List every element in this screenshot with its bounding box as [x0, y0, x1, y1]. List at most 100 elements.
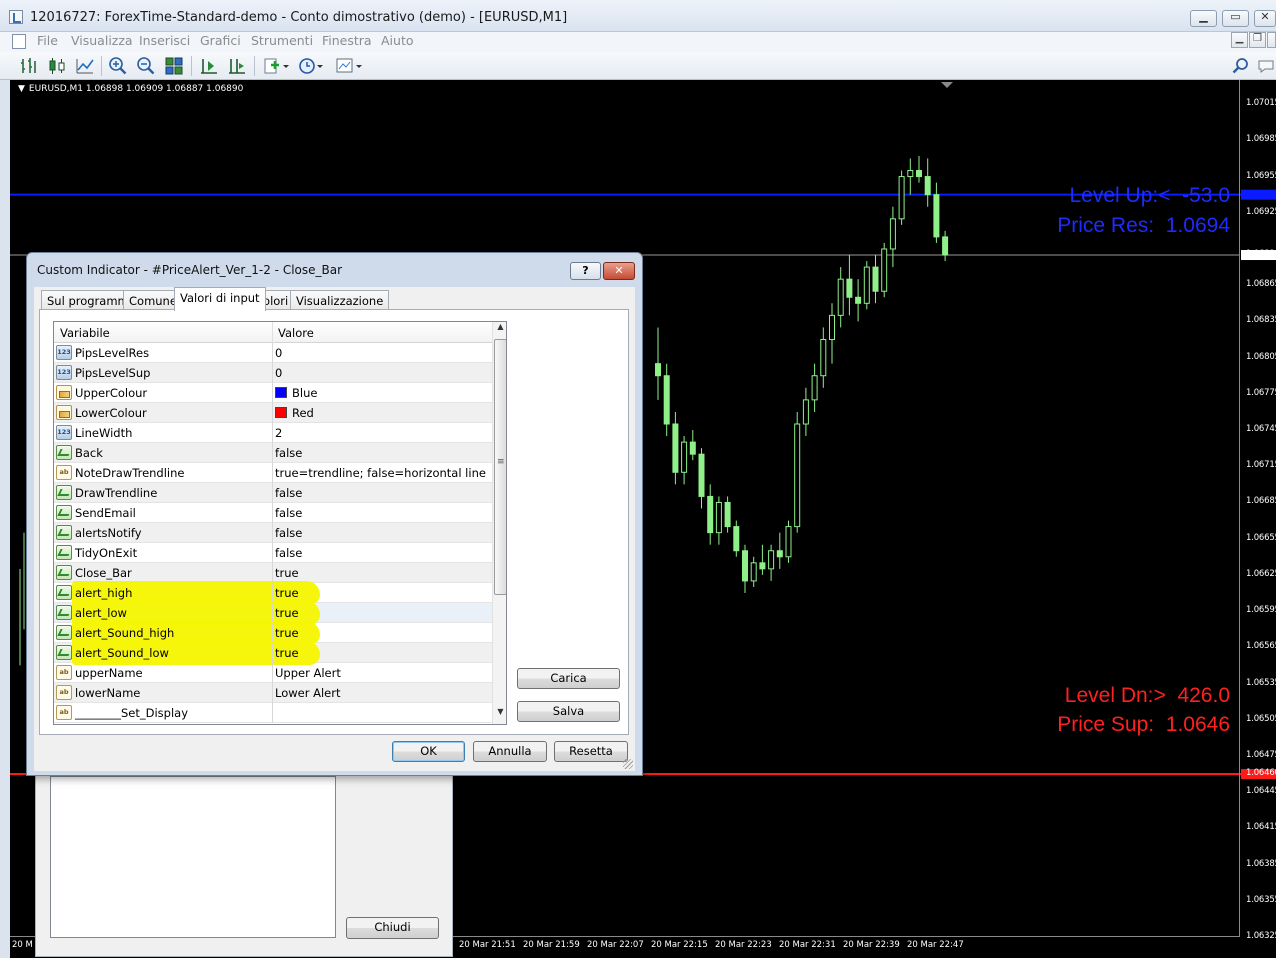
- menu-window[interactable]: Finestra: [322, 33, 372, 48]
- number-type-icon: 123: [56, 365, 72, 380]
- price-tick-label: 1.06535: [1246, 677, 1276, 688]
- variable-value[interactable]: true: [275, 566, 299, 580]
- input-row-set-display[interactable]: ab ________Set_Display: [54, 703, 492, 723]
- input-row-alert-sound-low[interactable]: alert_Sound_low true: [54, 641, 492, 665]
- resize-grip[interactable]: [623, 759, 633, 769]
- grid-scrollbar[interactable]: ▲ ▼: [492, 322, 506, 724]
- price-tick-label: 1.06865: [1246, 279, 1276, 290]
- variable-name: alertsNotify: [75, 526, 142, 540]
- input-row-alert-sound-high[interactable]: alert_Sound_high true: [54, 621, 492, 645]
- scroll-thumb[interactable]: [494, 339, 506, 595]
- variable-value[interactable]: false: [275, 486, 302, 500]
- variable-value[interactable]: false: [275, 446, 302, 460]
- color-swatch[interactable]: [275, 407, 287, 418]
- variable-value[interactable]: Lower Alert: [275, 686, 340, 700]
- input-row-notedrawtrendline[interactable]: ab NoteDrawTrendline true=trendline; false…: [54, 463, 492, 483]
- dialog-close-button[interactable]: ✕: [603, 262, 635, 280]
- variable-name: lowerName: [75, 686, 141, 700]
- candlestick-icon[interactable]: [46, 55, 68, 77]
- menu-charts[interactable]: Grafici: [200, 33, 241, 48]
- scroll-up-icon[interactable]: ▲: [493, 322, 506, 339]
- close-window-button[interactable]: ✕: [1254, 10, 1276, 27]
- variable-value[interactable]: 0: [275, 346, 282, 360]
- input-row-lowername[interactable]: ab lowerName Lower Alert: [54, 683, 492, 703]
- save-button[interactable]: Salva: [517, 701, 620, 722]
- inputs-grid[interactable]: Variabile Valore 123 PipsLevelRes 0 123 Pips…: [53, 321, 507, 725]
- variable-value[interactable]: false: [275, 506, 302, 520]
- zoom-in-icon[interactable]: [107, 55, 129, 77]
- tile-windows-icon[interactable]: [163, 55, 185, 77]
- close-button[interactable]: Chiudi: [346, 917, 439, 939]
- load-button[interactable]: Carica: [517, 668, 620, 689]
- variable-value[interactable]: Blue: [292, 386, 317, 400]
- menu-help[interactable]: Aiuto: [381, 33, 414, 48]
- variable-name: TidyOnExit: [75, 546, 138, 560]
- variable-value[interactable]: true: [275, 626, 299, 640]
- input-row-back[interactable]: Back false: [54, 443, 492, 463]
- menu-view[interactable]: Visualizza: [71, 33, 133, 48]
- search-icon[interactable]: [1230, 55, 1252, 77]
- help-button[interactable]: ?: [570, 262, 601, 280]
- line-chart-icon[interactable]: [74, 55, 96, 77]
- variable-value[interactable]: true=trendline; false=horizontal line: [275, 466, 486, 480]
- time-tick-label: 20 Mar 21:51: [459, 940, 516, 950]
- input-row-uppername[interactable]: ab upperName Upper Alert: [54, 663, 492, 683]
- cancel-button[interactable]: Annulla: [473, 741, 547, 762]
- scroll-down-icon[interactable]: ▼: [493, 707, 506, 724]
- variable-value[interactable]: false: [275, 526, 302, 540]
- input-row-linewidth[interactable]: 123 LineWidth 2: [54, 423, 492, 443]
- price-tick-label: 1.06625: [1246, 568, 1276, 579]
- chat-icon[interactable]: [1256, 55, 1276, 77]
- bar-chart-icon[interactable]: [18, 55, 40, 77]
- price-tick-label: 1.06565: [1246, 641, 1276, 652]
- input-row-pipslevelsup[interactable]: 123 PipsLevelSup 0: [54, 363, 492, 383]
- price-tick-label: 1.06385: [1246, 858, 1276, 869]
- tab-inputs[interactable]: Valori di input: [174, 287, 266, 311]
- input-row-tidyonexit[interactable]: TidyOnExit false: [54, 543, 492, 563]
- variable-name: SendEmail: [75, 506, 136, 520]
- periods-icon[interactable]: [297, 55, 325, 77]
- tab-visualization[interactable]: Visualizzazione: [290, 290, 390, 310]
- input-row-sendemail[interactable]: SendEmail false: [54, 503, 492, 523]
- minimize-button[interactable]: ▁: [1190, 10, 1217, 27]
- color-swatch[interactable]: [275, 387, 287, 398]
- reset-button[interactable]: Resetta: [554, 741, 628, 762]
- input-row-alert-high[interactable]: alert_high true: [54, 581, 492, 605]
- variable-value[interactable]: true: [275, 606, 299, 620]
- mdi-close-button[interactable]: [1267, 32, 1276, 48]
- zoom-out-icon[interactable]: [135, 55, 157, 77]
- input-row-alertsnotify[interactable]: alertsNotify false: [54, 523, 492, 543]
- input-row-alert-low[interactable]: alert_low true: [54, 601, 492, 625]
- variable-value[interactable]: true: [275, 586, 299, 600]
- variable-value[interactable]: false: [275, 546, 302, 560]
- variable-value[interactable]: Red: [292, 406, 314, 420]
- variable-value[interactable]: Upper Alert: [275, 666, 341, 680]
- add-indicator-icon[interactable]: [262, 55, 290, 77]
- menu-insert[interactable]: Inserisci: [139, 33, 190, 48]
- menu-tools[interactable]: Strumenti: [251, 33, 313, 48]
- chart-shift-icon[interactable]: [226, 55, 248, 77]
- autoscroll-icon[interactable]: [198, 55, 220, 77]
- input-row-uppercolour[interactable]: UpperColour Blue: [54, 383, 492, 403]
- maximize-button[interactable]: ▭: [1222, 10, 1249, 27]
- chart-window-icon[interactable]: [12, 34, 26, 49]
- variable-value[interactable]: 2: [275, 426, 282, 440]
- column-value[interactable]: Valore: [278, 326, 314, 340]
- price-tick-label: 1.06955: [1246, 170, 1276, 181]
- variable-value[interactable]: 0: [275, 366, 282, 380]
- time-tick-label: 20 Mar 21:59: [523, 940, 580, 950]
- input-row-drawtrendline[interactable]: DrawTrendline false: [54, 483, 492, 503]
- input-row-lowercolour[interactable]: LowerColour Red: [54, 403, 492, 423]
- input-row-close-bar[interactable]: Close_Bar true: [54, 563, 492, 583]
- menu-file[interactable]: File: [37, 33, 58, 48]
- templates-icon[interactable]: [334, 55, 364, 77]
- variable-name: LowerColour: [75, 406, 147, 420]
- properties-list[interactable]: [50, 776, 336, 938]
- mdi-restore-button[interactable]: ❐: [1249, 32, 1266, 48]
- ok-button[interactable]: OK: [392, 741, 465, 762]
- mdi-minimize-button[interactable]: ▁: [1231, 32, 1248, 48]
- column-variable[interactable]: Variabile: [60, 326, 110, 340]
- help-icon: ?: [582, 264, 589, 277]
- variable-value[interactable]: true: [275, 646, 299, 660]
- input-row-pipslevelres[interactable]: 123 PipsLevelRes 0: [54, 343, 492, 363]
